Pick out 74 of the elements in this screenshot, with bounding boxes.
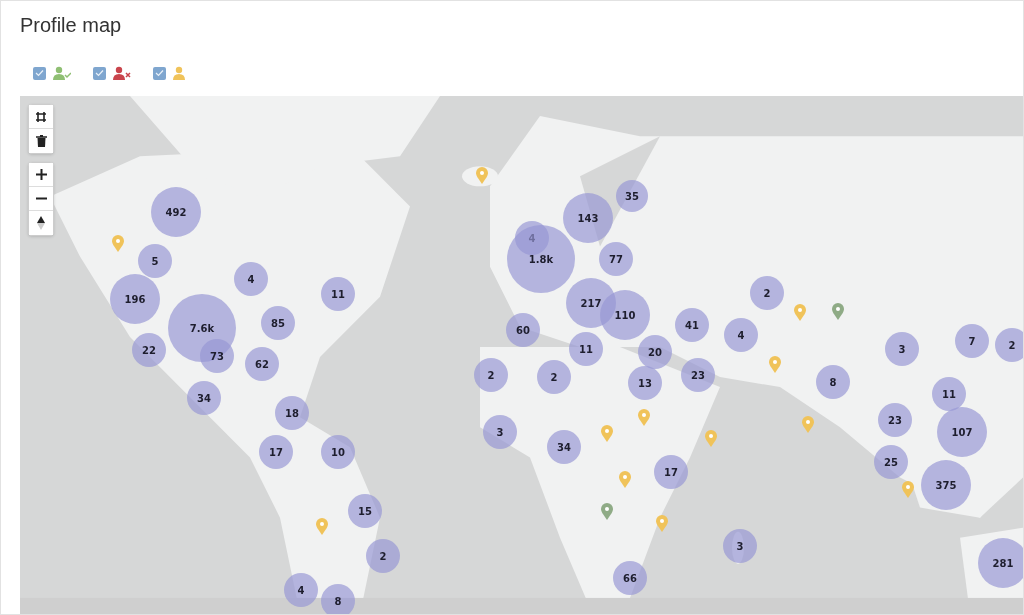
cluster-marker[interactable]: 10	[321, 435, 355, 469]
map-pin-icon[interactable]	[112, 235, 124, 252]
cluster-marker[interactable]: 11	[932, 377, 966, 411]
cluster-marker[interactable]: 281	[978, 538, 1023, 588]
cluster-marker[interactable]: 17	[654, 455, 688, 489]
map-pin-icon[interactable]	[619, 471, 631, 488]
cluster-marker[interactable]: 5	[138, 244, 172, 278]
cluster-marker[interactable]: 2	[995, 328, 1023, 362]
cluster-marker[interactable]: 2	[750, 276, 784, 310]
cluster-marker[interactable]: 18	[275, 396, 309, 430]
cluster-marker[interactable]: 2	[537, 360, 571, 394]
map-pin-icon[interactable]	[802, 416, 814, 433]
cluster-marker[interactable]: 7	[955, 324, 989, 358]
map-pin-icon[interactable]	[638, 409, 650, 426]
cluster-marker[interactable]: 143	[563, 193, 613, 243]
cluster-marker[interactable]: 85	[261, 306, 295, 340]
cluster-marker[interactable]: 8	[321, 584, 355, 614]
cluster-marker[interactable]: 375	[921, 460, 971, 510]
cluster-marker[interactable]: 4	[234, 262, 268, 296]
cluster-marker[interactable]: 15	[348, 494, 382, 528]
cluster-marker[interactable]: 60	[506, 313, 540, 347]
map-pin-icon[interactable]	[601, 503, 613, 520]
cluster-marker[interactable]: 77	[599, 242, 633, 276]
cluster-marker[interactable]: 41	[675, 308, 709, 342]
cluster-marker[interactable]: 11	[321, 277, 355, 311]
cluster-marker[interactable]: 22	[132, 333, 166, 367]
cluster-marker[interactable]: 3	[723, 529, 757, 563]
cluster-marker[interactable]: 4	[284, 573, 318, 607]
plus-icon	[35, 169, 47, 180]
cluster-marker[interactable]: 3	[885, 332, 919, 366]
cluster-marker[interactable]: 110	[600, 290, 650, 340]
checkbox[interactable]	[153, 66, 166, 80]
checkbox[interactable]	[33, 66, 46, 80]
checkbox[interactable]	[93, 66, 106, 80]
cluster-marker[interactable]: 2	[474, 358, 508, 392]
cluster-marker[interactable]: 23	[681, 358, 715, 392]
map-pin-icon[interactable]	[769, 356, 781, 373]
map-pin-icon[interactable]	[832, 303, 844, 320]
cluster-marker[interactable]: 217	[566, 278, 616, 328]
cluster-marker[interactable]: 11	[569, 332, 603, 366]
cluster-marker[interactable]: 23	[878, 403, 912, 437]
compass-icon	[37, 216, 45, 230]
crop-frame-icon	[35, 110, 47, 123]
draw-rectangle-button[interactable]	[29, 105, 53, 129]
map-pin-icon[interactable]	[476, 167, 488, 184]
map-pin-icon[interactable]	[316, 518, 328, 535]
cluster-marker[interactable]: 62	[245, 347, 279, 381]
map-pin-icon[interactable]	[656, 515, 668, 532]
cluster-marker[interactable]: 196	[110, 274, 160, 324]
cluster-marker[interactable]: 66	[613, 561, 647, 595]
cluster-marker[interactable]: 20	[638, 335, 672, 369]
cluster-marker[interactable]: 107	[937, 407, 987, 457]
cluster-marker[interactable]: 13	[628, 366, 662, 400]
cluster-marker[interactable]: 34	[547, 430, 581, 464]
map-pin-icon[interactable]	[794, 304, 806, 321]
delete-button[interactable]	[29, 129, 53, 153]
cluster-marker[interactable]: 3	[483, 415, 517, 449]
zoom-in-button[interactable]	[29, 163, 53, 187]
map-pin-icon[interactable]	[902, 481, 914, 498]
cluster-marker[interactable]: 17	[259, 435, 293, 469]
minus-icon	[35, 197, 47, 200]
cluster-marker[interactable]: 492	[151, 187, 201, 237]
map-pin-icon[interactable]	[601, 425, 613, 442]
map-pin-icon[interactable]	[705, 430, 717, 447]
cluster-marker[interactable]: 25	[874, 445, 908, 479]
cluster-marker[interactable]: 73	[200, 339, 234, 373]
cluster-marker[interactable]: 4	[724, 318, 758, 352]
compass-button[interactable]	[29, 211, 53, 235]
cluster-marker[interactable]: 8	[816, 365, 850, 399]
trash-icon	[35, 135, 47, 147]
cluster-marker[interactable]: 34	[187, 381, 221, 415]
page-title: Profile map	[20, 13, 123, 38]
cluster-marker[interactable]: 35	[616, 180, 648, 212]
cluster-marker[interactable]: 2	[366, 539, 400, 573]
